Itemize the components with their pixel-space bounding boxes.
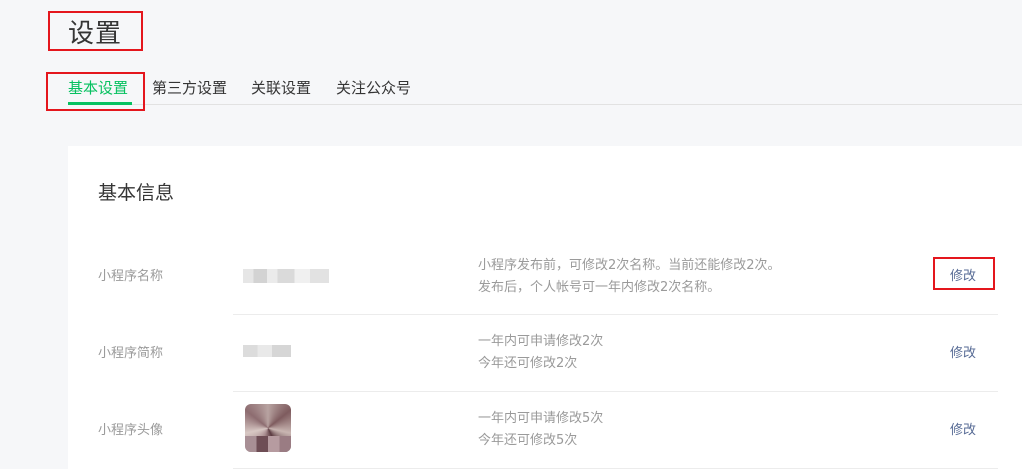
description-line: 一年内可申请修改2次 [478, 334, 604, 349]
edit-short-name-link[interactable]: 修改 [950, 345, 976, 363]
mini-program-avatar [245, 404, 291, 452]
tabs-divider [68, 104, 1022, 105]
settings-row-short-name: 小程序简称 一年内可申请修改2次 今年还可修改2次 修改 [68, 315, 1022, 392]
description-line: 今年还可修改2次 [478, 356, 578, 371]
edit-name-link[interactable]: 修改 [950, 268, 976, 286]
row-label: 小程序简称 [98, 346, 164, 361]
description-line: 发布后，个人帐号可一年内修改2次名称。 [478, 280, 721, 295]
row-label: 小程序名称 [98, 269, 164, 284]
description-line: 今年还可修改5次 [478, 433, 578, 448]
description-line: 小程序发布前，可修改2次名称。当前还能修改2次。 [478, 258, 781, 273]
basic-info-card: 基本信息 小程序名称 小程序发布前，可修改2次名称。当前还能修改2次。 发布后，… [68, 146, 1022, 469]
description-line: 一年内可申请修改5次 [478, 411, 604, 426]
tab-third-party-settings[interactable]: 第三方设置 [152, 76, 227, 100]
mini-program-short-name-value [243, 345, 291, 357]
row-description: 一年内可申请修改2次 今年还可修改2次 [478, 331, 603, 375]
active-tab-indicator [68, 102, 132, 105]
tab-linked-settings[interactable]: 关联设置 [251, 76, 311, 100]
tab-follow-official-account[interactable]: 关注公众号 [336, 76, 411, 100]
settings-row-name: 小程序名称 小程序发布前，可修改2次名称。当前还能修改2次。 发布后，个人帐号可… [68, 238, 1022, 315]
tab-basic-settings[interactable]: 基本设置 [68, 76, 128, 100]
settings-row-avatar: 小程序头像 一年内可申请修改5次 今年还可修改5次 修改 [68, 392, 1022, 469]
mini-program-name-value [243, 269, 329, 283]
row-description: 一年内可申请修改5次 今年还可修改5次 [478, 408, 603, 452]
row-description: 小程序发布前，可修改2次名称。当前还能修改2次。 发布后，个人帐号可一年内修改2… [478, 255, 781, 299]
section-title: 基本信息 [98, 182, 175, 204]
row-label: 小程序头像 [98, 423, 164, 438]
edit-avatar-link[interactable]: 修改 [950, 422, 976, 440]
page-title: 设置 [68, 19, 123, 49]
settings-tabs: 基本设置 第三方设置 关联设置 关注公众号 [68, 76, 1022, 104]
